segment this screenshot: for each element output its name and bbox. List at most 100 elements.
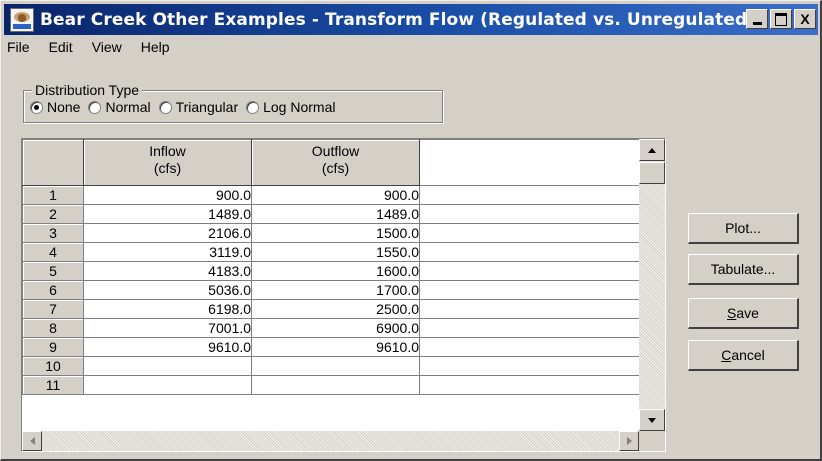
radio-none-label: None (47, 99, 81, 115)
scroll-up-button[interactable] (639, 139, 665, 161)
table-row: 2 1489.0 1489.0 (22, 204, 640, 224)
radio-triangular-label: Triangular (175, 99, 239, 115)
close-icon: X (800, 11, 810, 27)
radio-triangular[interactable]: Triangular (158, 99, 239, 115)
row-header[interactable]: 2 (22, 204, 84, 224)
grid-empty-area (419, 139, 640, 186)
flow-table: Inflow (cfs) Outflow (cfs) 1 900.0 900.0 2… (21, 138, 666, 452)
inflow-cell[interactable]: 5036.0 (83, 280, 252, 300)
inflow-header-label: Inflow (149, 143, 186, 159)
radio-log-normal[interactable]: Log Normal (246, 99, 335, 115)
radio-normal-indicator[interactable] (88, 100, 102, 114)
inflow-cell[interactable]: 9610.0 (83, 337, 252, 357)
app-icon[interactable] (10, 7, 34, 32)
table-row: 7 6198.0 2500.0 (22, 299, 640, 319)
row-header[interactable]: 9 (22, 337, 84, 357)
outflow-cell[interactable] (251, 375, 420, 395)
arrow-up-icon (648, 147, 656, 153)
row-header[interactable]: 5 (22, 261, 84, 281)
menu-bar: File Edit View Help (7, 39, 189, 59)
inflow-cell[interactable] (83, 356, 252, 376)
inflow-cell[interactable] (83, 375, 252, 395)
table-row: 3 2106.0 1500.0 (22, 223, 640, 243)
table-row: 8 7001.0 6900.0 (22, 318, 640, 338)
save-accelerator: S (727, 305, 737, 321)
scroll-left-button[interactable] (22, 431, 42, 451)
radio-triangular-indicator[interactable] (158, 100, 172, 114)
radio-normal-label: Normal (105, 99, 151, 115)
vertical-scrollbar[interactable] (639, 139, 665, 431)
table-row: 1 900.0 900.0 (22, 185, 640, 205)
inflow-header-unit: (cfs) (153, 160, 182, 176)
vertical-scroll-thumb[interactable] (639, 162, 665, 184)
table-row: 9 9610.0 9610.0 (22, 337, 640, 357)
outflow-cell[interactable]: 1489.0 (251, 204, 420, 224)
flow-grid: Inflow (cfs) Outflow (cfs) 1 900.0 900.0 2… (22, 139, 640, 395)
inflow-cell[interactable]: 4183.0 (83, 261, 252, 281)
distribution-type-group: Distribution Type None Normal Triangular… (23, 82, 443, 123)
row-header[interactable]: 4 (22, 242, 84, 262)
radio-log-normal-indicator[interactable] (246, 100, 260, 114)
save-button[interactable]: Save (688, 298, 799, 329)
distribution-type-legend: Distribution Type (32, 82, 143, 98)
row-header[interactable]: 1 (22, 185, 84, 205)
scroll-right-button[interactable] (619, 431, 639, 451)
inflow-cell[interactable]: 2106.0 (83, 223, 252, 243)
inflow-cell[interactable]: 6198.0 (83, 299, 252, 319)
table-row: 5 4183.0 1600.0 (22, 261, 640, 281)
radio-none-indicator[interactable] (30, 100, 43, 114)
transform-flow-window: Bear Creek Other Examples - Transform Fl… (0, 0, 822, 461)
inflow-cell[interactable]: 3119.0 (83, 242, 252, 262)
arrow-down-icon (648, 417, 656, 423)
cancel-accelerator: C (721, 347, 732, 363)
radio-normal[interactable]: Normal (88, 99, 151, 115)
plot-button[interactable]: Plot... (688, 213, 799, 244)
row-header[interactable]: 7 (22, 299, 84, 319)
table-row: 6 5036.0 1700.0 (22, 280, 640, 300)
outflow-cell[interactable]: 1600.0 (251, 261, 420, 281)
radio-none[interactable]: None (30, 99, 80, 115)
outflow-cell[interactable]: 1700.0 (251, 280, 420, 300)
table-row: 11 (22, 375, 640, 395)
minimize-button[interactable] (746, 9, 768, 29)
column-header-inflow[interactable]: Inflow (cfs) (83, 139, 252, 186)
horizontal-scrollbar[interactable] (22, 431, 639, 451)
corner-header-cell[interactable] (22, 139, 84, 186)
title-bar[interactable]: Bear Creek Other Examples - Transform Fl… (4, 4, 818, 35)
outflow-cell[interactable]: 2500.0 (251, 299, 420, 319)
cancel-label: ancel (731, 347, 765, 363)
inflow-cell[interactable]: 900.0 (83, 185, 252, 205)
column-header-outflow[interactable]: Outflow (cfs) (251, 139, 420, 186)
table-row: 4 3119.0 1550.0 (22, 242, 640, 262)
scroll-down-button[interactable] (639, 409, 665, 431)
outflow-header-unit: (cfs) (321, 160, 350, 176)
tabulate-button[interactable]: Tabulate... (688, 254, 799, 285)
outflow-cell[interactable]: 9610.0 (251, 337, 420, 357)
table-row: 10 (22, 356, 640, 376)
arrow-left-icon (29, 437, 35, 445)
window-title: Bear Creek Other Examples - Transform Fl… (40, 9, 756, 30)
row-header[interactable]: 10 (22, 356, 84, 376)
radio-log-normal-label: Log Normal (263, 99, 336, 115)
maximize-button[interactable] (770, 9, 792, 29)
outflow-cell[interactable]: 6900.0 (251, 318, 420, 338)
save-label: ave (736, 305, 759, 321)
menu-view[interactable]: View (92, 39, 122, 59)
cancel-button[interactable]: Cancel (688, 340, 799, 371)
row-header[interactable]: 11 (22, 375, 84, 395)
outflow-cell[interactable]: 900.0 (251, 185, 420, 205)
inflow-cell[interactable]: 7001.0 (83, 318, 252, 338)
outflow-cell[interactable]: 1500.0 (251, 223, 420, 243)
inflow-cell[interactable]: 1489.0 (83, 204, 252, 224)
caption-buttons: X (744, 9, 816, 29)
close-button[interactable]: X (794, 9, 816, 29)
menu-edit[interactable]: Edit (49, 39, 73, 59)
menu-help[interactable]: Help (141, 39, 170, 59)
row-header[interactable]: 3 (22, 223, 84, 243)
row-header[interactable]: 6 (22, 280, 84, 300)
row-header[interactable]: 8 (22, 318, 84, 338)
outflow-cell[interactable] (251, 356, 420, 376)
menu-file[interactable]: File (7, 39, 30, 59)
arrow-right-icon (626, 437, 632, 445)
outflow-cell[interactable]: 1550.0 (251, 242, 420, 262)
